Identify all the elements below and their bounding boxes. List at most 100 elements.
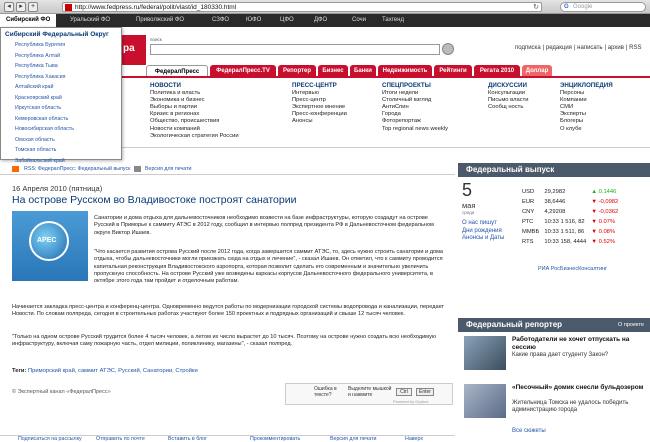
rss-icon[interactable] xyxy=(12,166,19,172)
about-link[interactable]: О проекте xyxy=(618,318,644,332)
dropdown-item[interactable]: Новосибирская область xyxy=(1,124,121,135)
change-text: -0,0362 xyxy=(598,209,619,215)
link-rss[interactable]: RSS xyxy=(629,45,641,51)
dropdown-item[interactable]: Томская область xyxy=(1,145,121,156)
category-heading[interactable]: НОВОСТИ xyxy=(150,82,239,89)
address-bar[interactable]: http://www.fedpress.ru/federal/polit/vla… xyxy=(62,2,542,12)
region-tab-sibir[interactable]: Сибирский ФО xyxy=(0,14,57,27)
tag-links[interactable]: Приморский край, саммит АТЭС, Русский, С… xyxy=(28,368,198,374)
footer-subscribe[interactable]: Подписаться на рассылку xyxy=(18,436,82,442)
category-link[interactable]: Политика и власть xyxy=(150,90,239,97)
orphus-hint: Выделите мышкой и нажмите xyxy=(348,386,392,398)
all-stories-link[interactable]: Все сюжеты xyxy=(512,428,546,434)
category-link[interactable]: Компании xyxy=(560,97,613,104)
add-icon[interactable]: + xyxy=(28,2,38,12)
link-subscribe[interactable]: подписка xyxy=(515,45,541,51)
category-link[interactable]: Блогеры xyxy=(560,118,613,125)
category-link[interactable]: Письмо власти xyxy=(488,97,529,104)
category-heading[interactable]: СПЕЦПРОЕКТЫ xyxy=(382,82,448,89)
category-link[interactable]: Столичный взгляд xyxy=(382,97,448,104)
link-archive[interactable]: архив xyxy=(608,45,624,51)
region-tab-tashkent[interactable]: Тахгенд xyxy=(382,14,404,27)
link-write[interactable]: написать xyxy=(577,45,602,51)
dropdown-item[interactable]: Красноярский край xyxy=(1,93,121,104)
footer-print[interactable]: Версия для печати xyxy=(330,436,377,442)
region-tab-szfo[interactable]: СЗФО xyxy=(212,14,229,27)
footer-email[interactable]: Отправить по почте xyxy=(96,436,145,442)
footer-comment[interactable]: Прокомментировать xyxy=(250,436,300,442)
search-button[interactable] xyxy=(442,43,454,55)
footer-top[interactable]: Наверх xyxy=(405,436,423,442)
link-editorial[interactable]: редакция xyxy=(546,45,572,51)
category-link[interactable]: Экологическая стратегия России xyxy=(150,133,239,140)
dropdown-item[interactable]: Алтайский край xyxy=(1,82,121,93)
reporter-item[interactable]: «Песочный» домик снесли бульдозером Жите… xyxy=(464,384,650,432)
issue-link[interactable]: Дни рождения xyxy=(462,228,504,236)
category-link[interactable]: Эксперты xyxy=(560,111,613,118)
category-link[interactable]: Общество, происшествия xyxy=(150,118,239,125)
category-link[interactable]: Выборы и партии xyxy=(150,104,239,111)
print-link[interactable]: Версия для печати xyxy=(145,166,192,172)
category-link[interactable]: О клубе xyxy=(560,126,613,133)
print-icon[interactable] xyxy=(134,166,141,172)
image-label: APEC xyxy=(37,237,57,244)
forward-icon[interactable]: ▸ xyxy=(16,2,26,12)
category-heading[interactable]: ПРЕСС-ЦЕНТР xyxy=(292,82,347,89)
reporter-item[interactable]: Работодатели не хочет отпускать на сесси… xyxy=(464,336,650,384)
dropdown-item[interactable]: Иркутская область xyxy=(1,103,121,114)
dropdown-item[interactable]: Омская область xyxy=(1,135,121,146)
reporter-thumbnail[interactable] xyxy=(464,384,506,418)
market-row: RTS 10:33 158, 4444 ▼ 0.52% xyxy=(522,238,621,246)
reporter-thumbnail[interactable] xyxy=(464,336,506,370)
category-link[interactable]: Экономика и бизнес xyxy=(150,97,239,104)
dropdown-item[interactable]: Забайкальский край xyxy=(1,156,121,167)
issue-link[interactable]: О нас пишут xyxy=(462,220,504,228)
category-news: НОВОСТИ Политика и власть Экономика и би… xyxy=(150,82,239,140)
category-heading[interactable]: ДИСКУССИИ xyxy=(488,82,529,89)
region-tab-dfo[interactable]: ДФО xyxy=(314,14,327,27)
reporter-title[interactable]: «Песочный» домик снесли бульдозером xyxy=(512,384,647,392)
market-row: USD 29,2982 ▲ 0,1446 xyxy=(522,188,621,196)
category-link[interactable]: Экспертное мнение xyxy=(292,104,347,111)
category-heading[interactable]: ЭНЦИКЛОПЕДИЯ xyxy=(560,82,613,89)
category-link[interactable]: СМИ xyxy=(560,104,613,111)
issue-link[interactable]: Анонсы и Даты xyxy=(462,235,504,243)
category-link[interactable]: Сообщ ность xyxy=(488,104,529,111)
category-link[interactable]: Пресс-центр xyxy=(292,97,347,104)
category-link[interactable]: Анонсы xyxy=(292,118,347,125)
category-link[interactable]: Интервью xyxy=(292,90,347,97)
category-link[interactable]: Фоторепортаж xyxy=(382,118,448,125)
footer-blog[interactable]: Вставить в блог xyxy=(168,436,207,442)
region-tab-ural[interactable]: Уральский ФО xyxy=(70,14,110,27)
region-tab-sochi[interactable]: Сочи xyxy=(352,14,366,27)
category-link[interactable]: Пресс-конференции xyxy=(292,111,347,118)
search-label: поиск xyxy=(150,37,162,42)
market-source[interactable]: РИА РосБизнесКонсалтинг xyxy=(538,266,607,272)
dropdown-item[interactable]: Республика Алтай xyxy=(1,51,121,62)
region-tab-privolzh[interactable]: Приволжский ФО xyxy=(136,14,184,27)
category-link[interactable]: Новости компаний xyxy=(150,126,239,133)
category-link[interactable]: АнтиСпин xyxy=(382,104,448,111)
back-icon[interactable]: ◂ xyxy=(4,2,14,12)
category-link[interactable]: Кризис в регионах xyxy=(150,111,239,118)
category-link[interactable]: Top regional news weekly xyxy=(382,126,448,133)
category-link[interactable]: Города xyxy=(382,111,448,118)
site-logo[interactable]: ра xyxy=(122,35,146,65)
site-search-input[interactable] xyxy=(150,44,440,55)
region-tab-cfo[interactable]: ЦФО xyxy=(280,14,294,27)
dropdown-item[interactable]: Кемеровская область xyxy=(1,114,121,125)
rss-link[interactable]: RSS: ФедералПресс: Федеральный выпуск xyxy=(24,166,131,172)
browser-search-input[interactable]: G Google xyxy=(560,2,646,12)
dropdown-item[interactable]: Республика Бурятия xyxy=(1,40,121,51)
reload-icon[interactable]: ↻ xyxy=(533,3,539,12)
copyright: © Экспертный канал «ФедералПресс» xyxy=(12,389,111,395)
region-tab-yufo[interactable]: ЮФО xyxy=(246,14,261,27)
orphus-powered[interactable]: Powered by Orphus xyxy=(393,399,428,404)
category-link[interactable]: Консультации xyxy=(488,90,529,97)
dropdown-item[interactable]: Республика Тыва xyxy=(1,61,121,72)
article-tags: Теги: Приморский край, саммит АТЭС, Русс… xyxy=(12,368,198,374)
category-link[interactable]: Персоны xyxy=(560,90,613,97)
reporter-title[interactable]: Работодатели не хочет отпускать на сесси… xyxy=(512,336,647,351)
dropdown-item[interactable]: Республика Хакасия xyxy=(1,72,121,83)
dropdown-title[interactable]: Сибирский Федеральный Округ xyxy=(1,28,121,40)
